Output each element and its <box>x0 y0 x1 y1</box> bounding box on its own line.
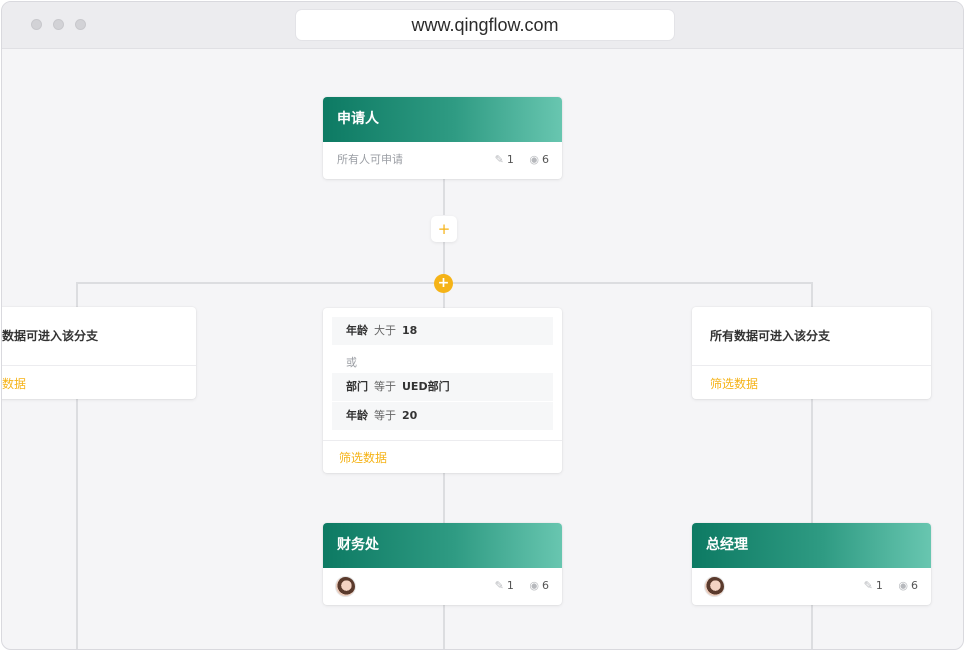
add-branch-button[interactable]: + <box>434 274 453 293</box>
approval-node-finance[interactable]: 财务处 ✎ 1 ◉ 6 <box>323 523 562 605</box>
filter-data-link[interactable]: 数据 <box>2 375 26 392</box>
address-bar[interactable]: www.qingflow.com <box>296 10 674 40</box>
condition-row: 年龄 等于 20 <box>332 402 553 430</box>
branch-card-middle[interactable]: 年龄 大于 18 或 部门 等于 UED部门 年龄 等于 20 筛选数据 <box>323 308 562 473</box>
node-title: 财务处 <box>323 523 562 568</box>
edit-count: 1 <box>506 579 514 592</box>
add-node-button[interactable]: + <box>431 216 457 242</box>
avatar <box>705 577 724 596</box>
connector-line <box>443 179 445 215</box>
edit-icon: ✎ <box>494 579 504 592</box>
condition-row: 年龄 大于 18 <box>332 317 553 345</box>
avatar <box>336 577 355 596</box>
minimize-window-dot[interactable] <box>53 19 64 30</box>
flow-canvas: 申请人 所有人可申请 ✎ 1 ◉ 6 + + 数据可进入该分支 数据 年龄 大于 18 … <box>2 49 963 649</box>
browser-window: www.qingflow.com 申请人 所有人可申请 ✎ 1 ◉ 6 + + 数 <box>1 1 964 650</box>
browser-titlebar: www.qingflow.com <box>2 2 963 49</box>
eye-icon: ◉ <box>529 153 539 166</box>
branch-card-left[interactable]: 数据可进入该分支 数据 <box>2 307 196 399</box>
edit-count: 1 <box>875 579 883 592</box>
or-label: 或 <box>346 356 357 369</box>
applicant-scope: 所有人可申请 <box>337 153 403 166</box>
node-title: 申请人 <box>323 97 562 142</box>
edit-icon: ✎ <box>494 153 504 166</box>
maximize-window-dot[interactable] <box>75 19 86 30</box>
view-count: 6 <box>542 579 549 592</box>
branch-condition-text: 数据可进入该分支 <box>2 329 99 343</box>
filter-data-link[interactable]: 筛选数据 <box>710 375 758 392</box>
condition-row: 部门 等于 UED部门 <box>332 373 553 401</box>
branch-condition-text: 所有数据可进入该分支 <box>710 329 831 343</box>
node-title: 总经理 <box>692 523 931 568</box>
eye-icon: ◉ <box>898 579 908 592</box>
close-window-dot[interactable] <box>31 19 42 30</box>
filter-data-link[interactable]: 筛选数据 <box>339 449 387 466</box>
approval-node-manager[interactable]: 总经理 ✎ 1 ◉ 6 <box>692 523 931 605</box>
edit-count: 1 <box>506 153 514 166</box>
start-node-card[interactable]: 申请人 所有人可申请 ✎ 1 ◉ 6 <box>323 97 562 179</box>
eye-icon: ◉ <box>529 579 539 592</box>
view-count: 6 <box>911 579 918 592</box>
edit-icon: ✎ <box>863 579 873 592</box>
branch-card-right[interactable]: 所有数据可进入该分支 筛选数据 <box>692 307 931 399</box>
view-count: 6 <box>542 153 549 166</box>
